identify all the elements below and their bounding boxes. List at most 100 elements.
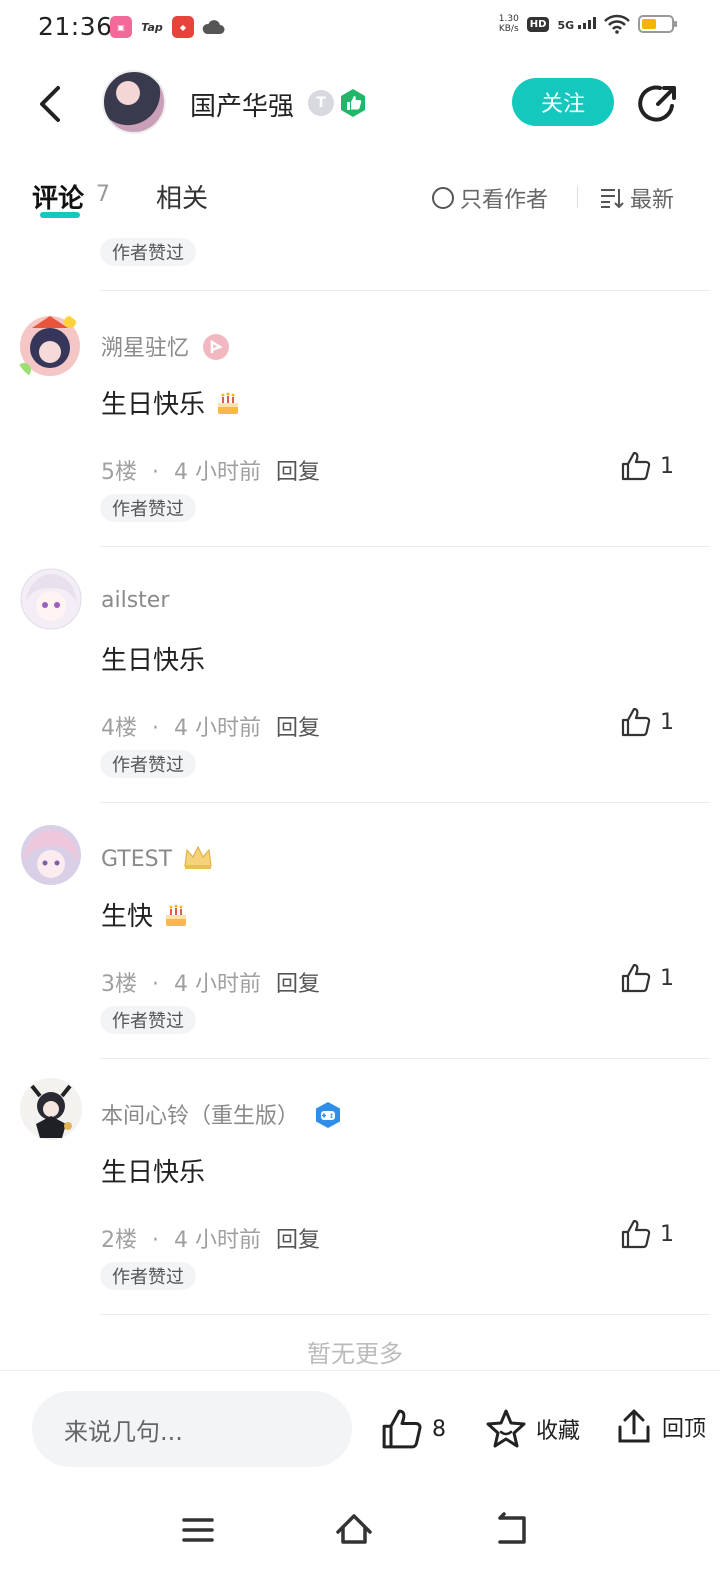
comment-input[interactable]: 来说几句... — [32, 1391, 352, 1467]
level-badge-icon: T — [308, 90, 334, 116]
author-liked-tag: 作者赞过 — [100, 1006, 196, 1034]
comment-username[interactable]: GTEST — [101, 844, 213, 872]
status-app-icons: ▣ Tap ◆ — [110, 16, 225, 38]
crown-icon — [184, 845, 212, 869]
comment-like-button[interactable]: 1 — [620, 962, 674, 994]
no-more-text: 暂无更多 — [307, 1340, 403, 1368]
user-avatar[interactable] — [20, 568, 82, 630]
signal-5g-icon: 5G — [557, 16, 596, 32]
comment-meta: 5楼 · 4 小时前 回复 — [101, 454, 320, 486]
game-controller-badge-icon — [316, 1102, 341, 1128]
back-arrow-icon[interactable] — [28, 80, 76, 128]
user-avatar[interactable] — [20, 824, 82, 886]
comment-like-count: 1 — [660, 709, 674, 735]
author-liked-tag: 作者赞过 — [100, 1262, 196, 1290]
menu-icon[interactable] — [176, 1508, 220, 1552]
comment-floor: 3楼 — [101, 972, 137, 997]
comment-divider — [100, 290, 710, 291]
back-icon[interactable] — [490, 1508, 534, 1552]
only-author-toggle[interactable]: 只看作者 — [432, 182, 548, 214]
thumbs-up-icon — [382, 1409, 422, 1449]
comment-like-count: 1 — [660, 453, 674, 479]
comment-username[interactable]: ailster — [101, 588, 169, 613]
wifi-icon — [604, 14, 630, 34]
reply-button[interactable]: 回复 — [276, 1228, 320, 1253]
status-time: 21:36 — [38, 12, 113, 41]
comment-time: 4 小时前 — [174, 460, 261, 485]
comment-floor: 5楼 — [101, 460, 137, 485]
reply-button[interactable]: 回复 — [276, 972, 320, 997]
user-badge-icon — [203, 334, 230, 360]
comment-floor: 2楼 — [101, 1228, 137, 1253]
comment-text: 生日快乐 — [101, 1158, 206, 1188]
user-avatar[interactable] — [14, 310, 86, 382]
comment-divider — [100, 546, 710, 547]
star-icon — [486, 1409, 526, 1448]
comment-text-content: 生日快乐 — [101, 390, 206, 420]
only-author-label: 只看作者 — [460, 188, 549, 213]
comment-text: 生日快乐 — [101, 384, 241, 421]
comment-text: 生快 — [101, 896, 189, 933]
meta-separator: · — [152, 972, 159, 997]
upload-arrow-icon — [618, 1409, 650, 1443]
share-icon[interactable] — [634, 80, 682, 128]
favorite-button[interactable]: 收藏 — [484, 1407, 580, 1451]
back-to-top-label: 回顶 — [662, 1417, 707, 1442]
tab-related[interactable]: 相关 — [156, 178, 208, 215]
comment-like-button[interactable]: 1 — [620, 1218, 674, 1250]
network-speed-unit: KB/s — [498, 24, 519, 34]
author-liked-tag: 作者赞过 — [100, 238, 196, 266]
meta-separator: · — [152, 716, 159, 741]
thumbs-up-icon — [621, 1219, 651, 1249]
comment-divider — [100, 1314, 710, 1315]
system-nav-bar — [0, 1488, 720, 1592]
post-header: 国产华强 T 关注 — [0, 56, 720, 152]
birthday-cake-emoji-icon — [218, 392, 239, 414]
comment-like-count: 1 — [660, 1221, 674, 1247]
signal-bars-icon — [578, 16, 596, 29]
network-type: 5G — [557, 18, 575, 32]
comment-username[interactable]: 溯星驻忆 — [101, 330, 230, 362]
post-comments-page: 21:36 ▣ Tap ◆ 1.30 KB/s HD 5G 国产华强 T 关注 … — [0, 0, 720, 1592]
favorite-label: 收藏 — [536, 1419, 581, 1444]
comments-count: 7 — [96, 182, 110, 207]
author-liked-tag: 作者赞过 — [100, 494, 196, 522]
follow-button[interactable]: 关注 — [512, 78, 614, 126]
reply-button[interactable]: 回复 — [276, 460, 320, 485]
comment-username[interactable]: 本间心铃（重生版） — [101, 1098, 342, 1130]
active-tab-indicator — [40, 212, 80, 218]
tab-divider — [577, 186, 578, 208]
back-to-top-button[interactable]: 回顶 — [614, 1407, 706, 1447]
thumbs-up-icon — [621, 707, 651, 737]
bottom-action-bar: 来说几句... 8 收藏 回顶 — [0, 1370, 720, 1488]
comment-text: 生日快乐 — [101, 646, 206, 676]
verified-thumb-badge-icon — [341, 89, 365, 117]
comment-divider — [100, 802, 710, 803]
home-icon[interactable] — [332, 1508, 376, 1552]
reply-button[interactable]: 回复 — [276, 716, 320, 741]
comment-time: 4 小时前 — [174, 972, 261, 997]
birthday-cake-emoji-icon — [166, 904, 187, 926]
cloud-icon — [202, 20, 225, 34]
author-name[interactable]: 国产华强 — [190, 86, 294, 123]
comment-text-content: 生快 — [101, 902, 154, 932]
comment-like-button[interactable]: 1 — [620, 450, 674, 482]
hd-icon: HD — [526, 16, 550, 32]
comment-like-count: 1 — [660, 965, 674, 991]
comment-meta: 2楼 · 4 小时前 回复 — [101, 1222, 320, 1254]
author-avatar[interactable] — [102, 70, 166, 134]
sort-icon — [601, 189, 624, 209]
user-avatar[interactable] — [18, 1076, 84, 1142]
comment-tabs: 评论 7 相关 只看作者 最新 — [0, 168, 720, 228]
comment-username-text: 本间心铃（重生版） — [101, 1104, 300, 1129]
post-like-button[interactable]: 8 — [380, 1407, 446, 1451]
thumbs-up-icon — [621, 963, 651, 993]
comment-like-button[interactable]: 1 — [620, 706, 674, 738]
comment-floor: 4楼 — [101, 716, 137, 741]
red-app-icon: ◆ — [172, 16, 194, 38]
tab-comments[interactable]: 评论 — [32, 178, 84, 215]
sort-latest-button[interactable]: 最新 — [600, 182, 674, 214]
network-speed: 1.30 KB/s — [499, 14, 519, 34]
comment-meta: 4楼 · 4 小时前 回复 — [101, 710, 320, 742]
radio-circle-icon — [432, 187, 454, 209]
